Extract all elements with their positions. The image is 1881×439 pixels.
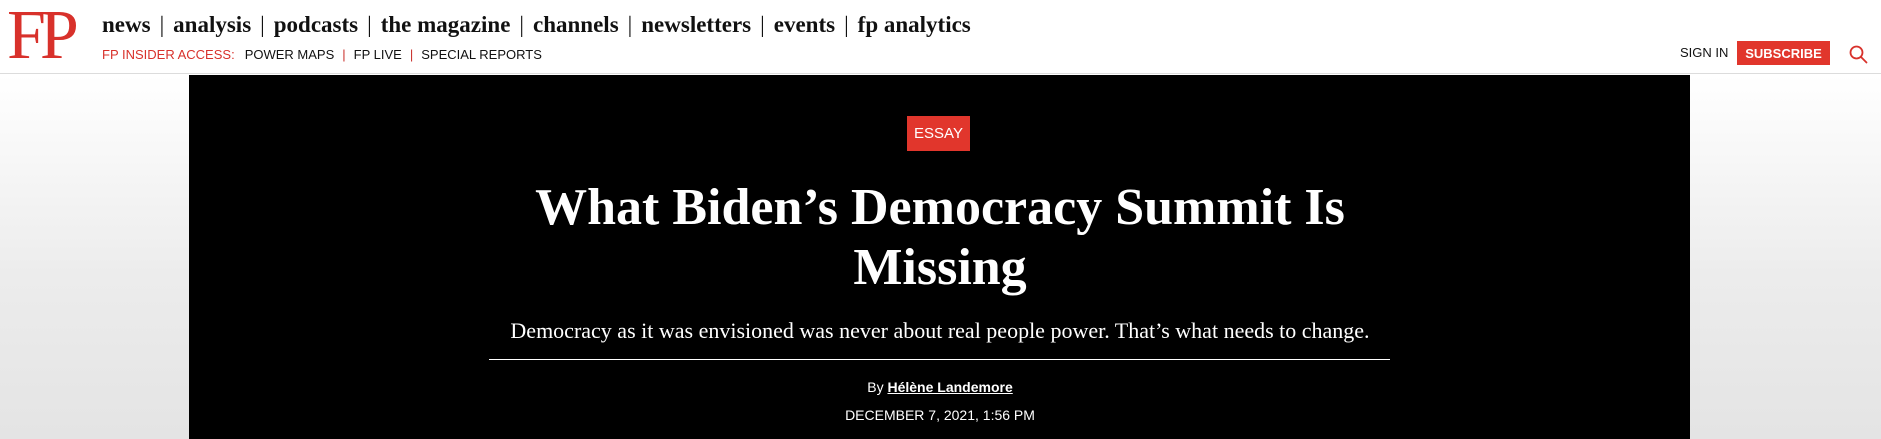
nav-separator: |	[627, 12, 633, 37]
page-background-left	[0, 75, 189, 439]
insider-access-nav: FP INSIDER ACCESS: POWER MAPS | FP LIVE …	[102, 44, 542, 64]
nav-channels[interactable]: channels	[533, 12, 619, 38]
nav-separator: |	[367, 12, 372, 37]
nav-separator: |	[760, 12, 765, 37]
author-link[interactable]: Hélène Landemore	[887, 379, 1012, 395]
subscribe-button[interactable]: SUBSCRIBE	[1737, 41, 1830, 65]
page-background-right	[1690, 75, 1881, 439]
sign-in-link[interactable]: SIGN IN	[1680, 45, 1728, 63]
publish-date: DECEMBER 7, 2021, 1:56 PM	[845, 407, 1035, 423]
search-icon[interactable]	[1848, 44, 1868, 64]
nav-fp-analytics[interactable]: fp analytics	[858, 12, 971, 38]
nav-the-magazine[interactable]: the magazine	[381, 12, 511, 38]
insider-access-label: FP INSIDER ACCESS:	[102, 46, 235, 62]
nav-separator: |	[519, 12, 525, 37]
byline: By Hélène Landemore	[640, 378, 1240, 396]
nav-events[interactable]: events	[774, 12, 835, 38]
subnav-separator: |	[342, 46, 346, 62]
nav-newsletters[interactable]: newsletters	[641, 12, 751, 38]
nav-analysis[interactable]: analysis	[173, 12, 251, 38]
category-badge[interactable]: ESSAY	[907, 116, 970, 151]
nav-separator: |	[159, 12, 165, 37]
insider-link-power-maps[interactable]: POWER MAPS	[245, 47, 335, 62]
nav-news[interactable]: news	[102, 12, 151, 38]
site-header: FP news | analysis | podcasts | the maga…	[0, 0, 1881, 74]
divider	[489, 359, 1390, 360]
nav-separator: |	[844, 12, 849, 37]
main-nav: news | analysis | podcasts | the magazin…	[102, 8, 971, 42]
nav-podcasts[interactable]: podcasts	[274, 12, 358, 38]
article-dek: Democracy as it was envisioned was never…	[510, 318, 1370, 343]
subnav-separator: |	[409, 46, 414, 62]
byline-prefix: By	[867, 379, 884, 395]
nav-separator: |	[260, 12, 265, 37]
insider-link-fp-live[interactable]: FP LIVE	[354, 47, 402, 62]
fp-logo[interactable]: FP	[7, 1, 79, 71]
insider-link-special-reports[interactable]: SPECIAL REPORTS	[421, 47, 542, 62]
article-title: What Biden’s Democracy Summit Is Missing	[535, 179, 1345, 296]
